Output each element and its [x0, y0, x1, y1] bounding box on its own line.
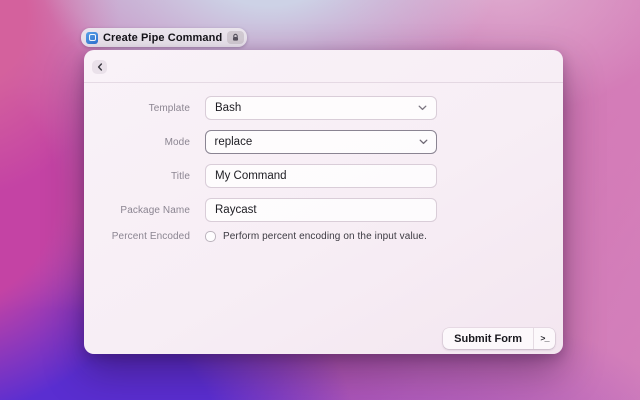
terminal-prompt-icon[interactable]: >_	[534, 328, 555, 349]
chevron-down-icon	[418, 105, 427, 111]
mode-select[interactable]: replace	[205, 130, 437, 154]
title-input[interactable]	[215, 170, 427, 182]
submit-form-button[interactable]: Submit Form	[443, 328, 533, 349]
percent-encoded-checkbox[interactable]	[205, 231, 216, 242]
back-button[interactable]	[92, 60, 107, 74]
percent-encoded-label: Percent Encoded	[84, 231, 190, 242]
pipe-command-app-icon	[86, 32, 98, 44]
template-select[interactable]: Bash	[205, 96, 437, 120]
package-name-input[interactable]	[215, 204, 427, 216]
command-title-label: Create Pipe Command	[103, 32, 222, 44]
footer-action-group: Submit Form >_	[443, 328, 555, 349]
form-row-mode: Mode replace	[84, 130, 563, 154]
create-pipe-command-window: Template Bash Mode replace Title	[84, 50, 563, 354]
form-row-template: Template Bash	[84, 96, 563, 120]
lock-icon	[227, 31, 244, 44]
command-title-pill[interactable]: Create Pipe Command	[81, 28, 247, 47]
title-label: Title	[84, 171, 190, 182]
mode-select-value: replace	[215, 136, 253, 148]
form-row-title: Title	[84, 164, 563, 188]
package-name-label: Package Name	[84, 205, 190, 216]
form-row-package-name: Package Name	[84, 198, 563, 222]
window-header	[84, 50, 563, 83]
template-label: Template	[84, 103, 190, 114]
pipe-command-form: Template Bash Mode replace Title	[84, 83, 563, 243]
percent-encoded-description: Perform percent encoding on the input va…	[223, 231, 427, 242]
chevron-down-icon	[419, 139, 428, 145]
title-field-wrap	[205, 164, 437, 188]
package-name-field-wrap	[205, 198, 437, 222]
template-select-value: Bash	[215, 102, 241, 114]
mode-label: Mode	[84, 137, 190, 148]
form-row-percent-encoded: Percent Encoded Perform percent encoding…	[84, 230, 563, 243]
chevron-left-icon	[97, 58, 103, 76]
